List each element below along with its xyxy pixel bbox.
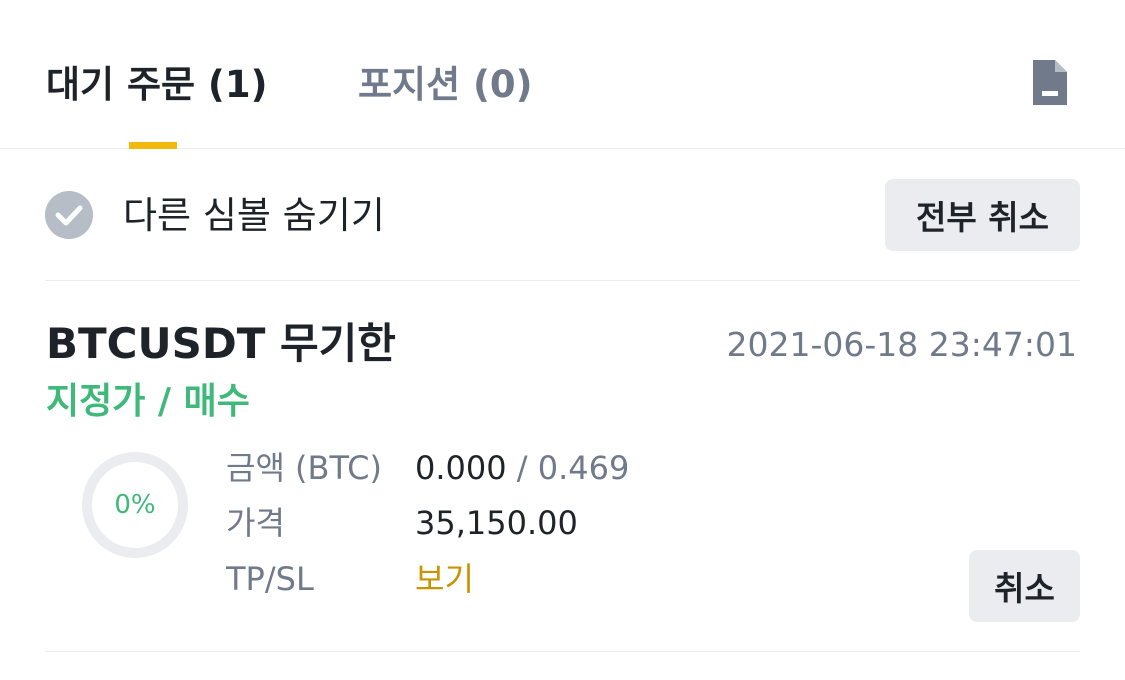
amount-filled: 0.000 — [415, 449, 507, 487]
amount-separator: / — [506, 449, 538, 487]
cancel-order-button[interactable]: 취소 — [969, 550, 1080, 622]
fill-percent: 0% — [114, 490, 156, 520]
hide-other-symbols-label[interactable]: 다른 심볼 숨기기 — [123, 193, 385, 239]
tab-open-orders[interactable]: 대기 주문 (1) — [46, 60, 268, 110]
cancel-all-button[interactable]: 전부 취소 — [885, 179, 1080, 251]
document-icon[interactable] — [1030, 58, 1070, 108]
price-value: 35,150.00 — [415, 504, 578, 542]
amount-label: 금액 (BTC) — [226, 449, 382, 487]
order-side: 지정가 / 매수 — [46, 381, 250, 422]
open-orders-panel: 대기 주문 (1) 포지션 (0) 다른 심볼 숨기기 전부 취소 BTCUSD… — [0, 0, 1125, 680]
divider — [45, 651, 1080, 652]
divider — [45, 280, 1080, 281]
tpsl-view-link[interactable]: 보기 — [415, 559, 474, 599]
order-symbol: BTCUSDT 무기한 — [46, 319, 396, 368]
order-time: 2021-06-18 23:47:01 — [726, 325, 1077, 364]
amount-total: 0.469 — [537, 449, 630, 487]
tab-bar: 대기 주문 (1) 포지션 (0) — [0, 0, 1125, 149]
tpsl-label: TP/SL — [226, 560, 314, 598]
tab-positions[interactable]: 포지션 (0) — [358, 60, 533, 110]
active-tab-indicator — [129, 142, 177, 149]
price-label: 가격 — [226, 504, 285, 542]
check-circle-icon[interactable] — [45, 191, 93, 239]
amount-value: 0.000 / 0.469 — [415, 448, 629, 488]
